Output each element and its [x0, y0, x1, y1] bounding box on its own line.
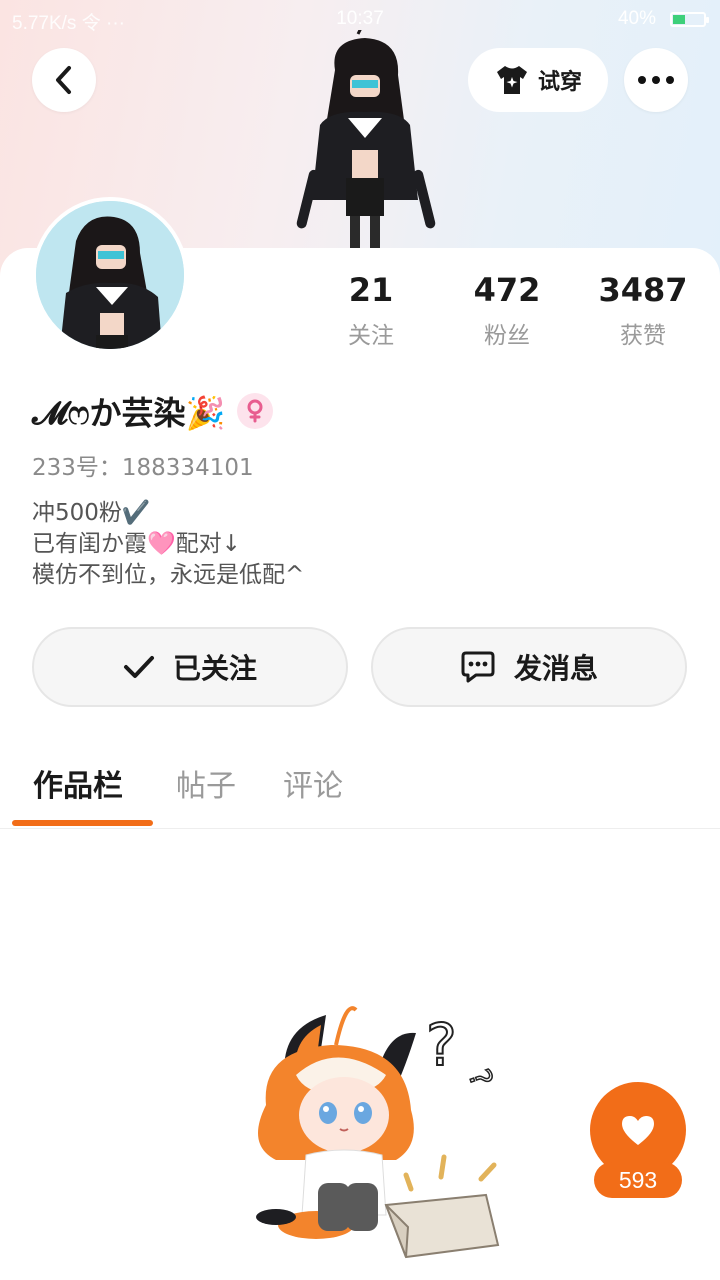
user-id: 233号：188334101: [32, 455, 254, 481]
username: 𝓜ෆか芸染🎉: [32, 394, 226, 432]
empty-state-illustration: ? ?: [256, 1006, 500, 1259]
fans-count: 472: [473, 271, 541, 309]
send-message-button[interactable]: 发消息: [371, 627, 687, 707]
checkmark-icon: [123, 656, 154, 678]
back-button[interactable]: [32, 48, 96, 112]
tshirt-sparkle-icon: [496, 66, 527, 94]
stat-likes[interactable]: 3487 获赞: [583, 270, 703, 350]
following-label: 关注: [348, 323, 394, 349]
stat-fans[interactable]: 472 粉丝: [447, 270, 567, 350]
try-on-button[interactable]: 试穿: [468, 48, 608, 112]
more-dots-icon: [638, 76, 674, 84]
tab-works[interactable]: 作品栏: [33, 761, 123, 805]
following-button[interactable]: 已关注: [32, 627, 348, 707]
avatar[interactable]: [32, 197, 188, 353]
username-row: 𝓜ෆか芸染🎉: [32, 386, 274, 436]
chevron-left-icon: [56, 66, 71, 94]
more-options-button[interactable]: [624, 48, 688, 112]
svg-text:?: ?: [426, 1011, 457, 1079]
bio-line: 模仿不到位，永远是低配^: [32, 562, 305, 588]
try-on-label: 试穿: [537, 70, 582, 95]
heart-icon: [622, 1116, 654, 1145]
following-count: 21: [348, 271, 394, 309]
bio-line: 冲500粉✔️: [32, 500, 151, 526]
bio: 冲500粉✔️ 已有闺か霞🩷配对↓ 模仿不到位，永远是低配^: [32, 498, 304, 591]
likes-label: 获赞: [620, 323, 666, 349]
avatar-image: [36, 201, 184, 349]
likes-count: 3487: [598, 271, 688, 309]
svg-text:?: ?: [461, 1065, 499, 1092]
fans-label: 粉丝: [484, 323, 530, 349]
active-tab-indicator: [12, 820, 153, 826]
battery-percent: 40%: [617, 8, 656, 29]
battery-icon: [670, 12, 709, 27]
stat-following[interactable]: 21 关注: [311, 270, 431, 350]
chat-bubble-icon: [461, 651, 495, 683]
status-time: 10:37: [336, 8, 384, 29]
female-gender-icon: [237, 393, 274, 429]
send-message-label: 发消息: [513, 652, 598, 685]
following-button-label: 已关注: [172, 652, 257, 685]
character-illustration: [296, 30, 436, 248]
profile-tabs: 作品栏 帖子 评论: [0, 755, 720, 829]
like-count-badge: 593: [594, 1162, 682, 1198]
tab-comments[interactable]: 评论: [283, 761, 343, 805]
tab-posts[interactable]: 帖子: [176, 761, 236, 805]
bio-line: 已有闺か霞🩷配对↓: [32, 531, 241, 557]
